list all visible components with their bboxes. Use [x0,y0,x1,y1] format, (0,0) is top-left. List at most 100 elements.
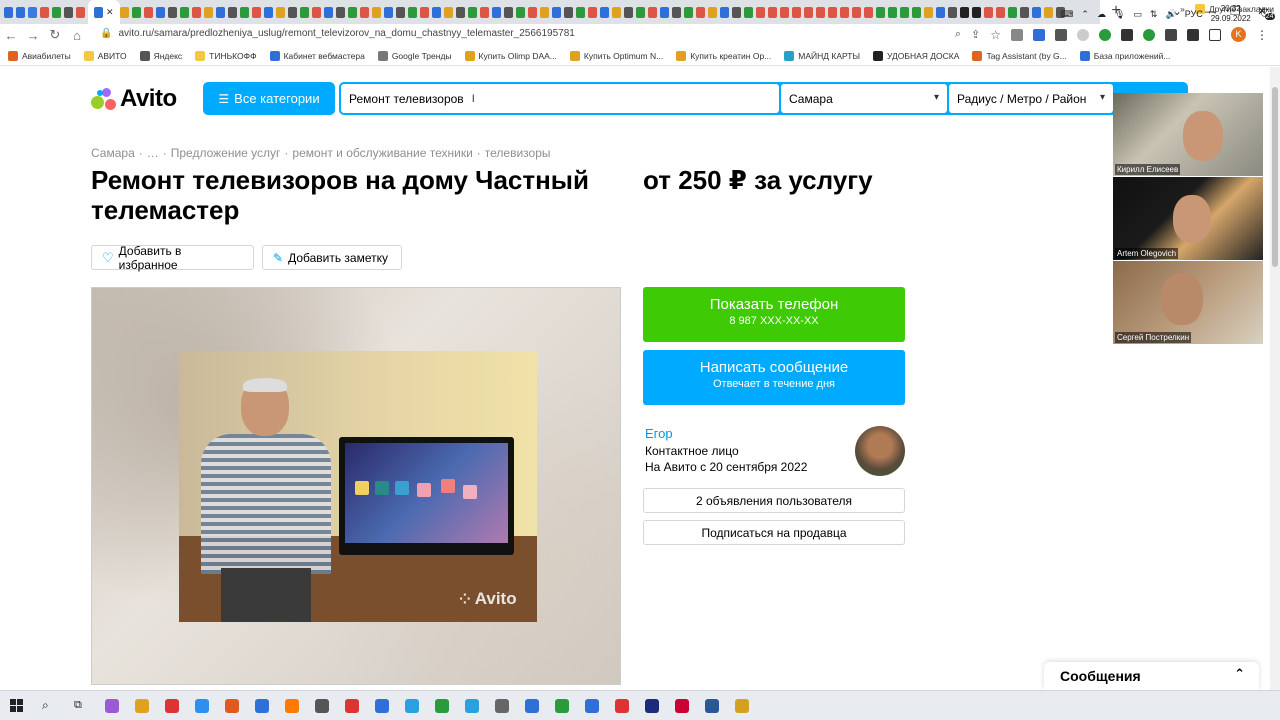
tab-active[interactable]: ✕ [88,0,120,24]
clock[interactable]: 20:32 29.09.2022 [1211,4,1251,24]
search-icon[interactable]: ⌕ [42,698,56,713]
breadcrumb-link[interactable]: Предложение услуг [171,146,281,160]
tab-favicon-icon[interactable] [335,6,345,18]
tab-favicon-icon[interactable] [659,6,669,18]
tab-favicon-icon[interactable] [983,6,993,18]
side-panel-icon[interactable] [1209,28,1221,41]
breadcrumb-link[interactable]: телевизоры [485,146,551,160]
taskbar-app-icon[interactable] [135,698,149,713]
bookmark-item[interactable]: Купить Optimum N... [569,50,663,61]
tab-favicon-icon[interactable] [167,6,177,18]
taskbar-app-icon[interactable] [285,698,299,713]
tab-favicon-icon[interactable] [971,6,981,18]
bookmark-item[interactable]: База приложений... [1079,50,1170,61]
reload-icon[interactable]: ↻ [44,27,66,43]
battery-icon[interactable]: ▭ [1133,9,1142,20]
tab-favicon-icon[interactable] [515,6,525,18]
tab-favicon-icon[interactable] [527,6,537,18]
bookmark-item[interactable]: АВИТО [83,50,127,61]
tab-favicon-icon[interactable] [839,6,849,18]
taskbar-app-icon[interactable] [105,698,119,713]
tab-favicon-icon[interactable] [731,6,741,18]
close-tab-icon[interactable]: ✕ [106,7,114,18]
tab-favicon-icon[interactable] [623,6,633,18]
tab-favicon-icon[interactable] [359,6,369,18]
tab-favicon-icon[interactable] [935,6,945,18]
tab-favicon-icon[interactable] [64,6,73,18]
menu-kebab-icon[interactable]: ⋮ [1256,28,1268,42]
back-icon[interactable]: ← [0,28,22,43]
tab-favicon-icon[interactable] [467,6,477,18]
tab-favicon-icon[interactable] [479,6,489,18]
tab-favicon-icon[interactable] [491,6,501,18]
language-indicator[interactable]: РУС [1185,9,1203,19]
tab-favicon-icon[interactable] [443,6,453,18]
tab-favicon-icon[interactable] [323,6,333,18]
taskbar-app-icon[interactable] [195,698,209,713]
tab-favicon-icon[interactable] [959,6,969,18]
listing-photo[interactable]: ⁘ Avito [91,287,621,685]
tab-favicon-icon[interactable] [863,6,873,18]
tab-favicon-icon[interactable] [1007,6,1017,18]
zoom-icon[interactable]: ⌕ [955,28,961,41]
show-phone-button[interactable]: Показать телефон 8 987 XXX-XX-XX [643,287,905,342]
tab-favicon-icon[interactable] [719,6,729,18]
tab-favicon-icon[interactable] [755,6,765,18]
taskbar-app-icon[interactable] [375,698,389,713]
breadcrumb-link[interactable]: Самара [91,146,135,160]
tab-favicon-icon[interactable] [76,6,85,18]
tab-favicon-icon[interactable] [1043,6,1053,18]
tab-favicon-icon[interactable] [599,6,609,18]
tab-favicon-icon[interactable] [767,6,777,18]
breadcrumb-link[interactable]: … [147,146,159,160]
tab-favicon-icon[interactable] [503,6,513,18]
volume-icon[interactable]: 🔊 [1165,9,1176,20]
bookmark-item[interactable]: Tag Assistant (by G... [972,50,1067,61]
tab-favicon-icon[interactable] [131,6,141,18]
add-to-favorites-button[interactable]: ♡ Добавить в избранное [91,244,254,272]
home-icon[interactable]: ⌂ [66,28,88,43]
tab-favicon-icon[interactable] [191,6,201,18]
tab-favicon-icon[interactable] [803,6,813,18]
city-select[interactable]: Самара ▾ [781,84,947,113]
tab-favicon-icon[interactable] [575,6,585,18]
tab-favicon-icon[interactable] [299,6,309,18]
tab-favicon-icon[interactable] [875,6,885,18]
taskbar-app-icon[interactable] [705,698,719,713]
taskbar-app-icon[interactable] [225,698,239,713]
bookmark-item[interactable]: Яндекс [139,50,182,61]
tab-favicon-icon[interactable] [16,6,25,18]
tab-favicon-icon[interactable] [143,6,153,18]
extension-icon[interactable] [1165,28,1177,41]
puzzle-icon[interactable] [1187,28,1199,41]
scrollbar-thumb[interactable] [1272,87,1278,267]
tab-favicon-icon[interactable] [287,6,297,18]
windows-start-icon[interactable] [10,698,24,713]
bookmark-item[interactable]: Авиабилеты [8,50,71,61]
taskbar-app-icon[interactable] [555,698,569,713]
taskbar-app-icon[interactable] [585,698,599,713]
tab-favicon-icon[interactable] [119,6,129,18]
tab-favicon-icon[interactable] [407,6,417,18]
tab-favicon-icon[interactable] [215,6,225,18]
tab-favicon-icon[interactable] [28,6,37,18]
share-icon[interactable]: ⇪ [971,28,980,41]
bookmark-star-icon[interactable]: ☆ [990,28,1001,42]
tab-favicon-icon[interactable] [743,6,753,18]
extension-icon[interactable] [1055,28,1067,41]
taskbar-app-icon[interactable] [465,698,479,713]
profile-avatar[interactable]: K [1231,27,1246,42]
forward-icon[interactable]: → [22,28,44,43]
bookmark-item[interactable]: УДОБНАЯ ДОСКА [873,50,959,61]
messages-panel[interactable]: Сообщения ⌃ [1044,662,1259,690]
seller-name-link[interactable]: Егор [645,426,673,441]
task-view-icon[interactable]: ⧉ [74,699,88,712]
tab-favicon-icon[interactable] [539,6,549,18]
seller-avatar[interactable] [855,426,905,476]
tab-favicon-icon[interactable] [911,6,921,18]
tab-favicon-icon[interactable] [791,6,801,18]
tab-favicon-icon[interactable] [311,6,321,18]
extension-icon[interactable] [1077,28,1089,41]
tab-favicon-icon[interactable] [1019,6,1029,18]
bookmark-item[interactable]: Google Тренды [377,50,452,61]
